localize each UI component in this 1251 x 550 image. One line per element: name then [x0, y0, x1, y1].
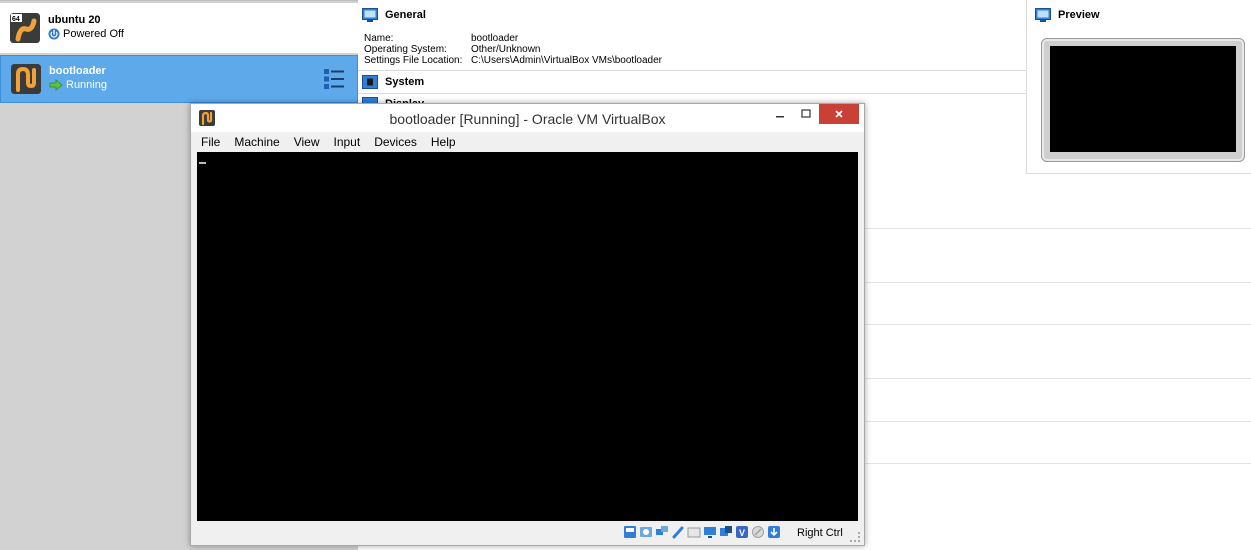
minimize-button[interactable] [767, 104, 793, 124]
vm-status-text: Running [66, 79, 107, 91]
maximize-button[interactable] [793, 104, 819, 124]
vm-details-menu-icon[interactable] [323, 68, 345, 90]
resize-grip[interactable] [850, 532, 860, 542]
menu-view[interactable]: View [294, 135, 320, 149]
recording-icon[interactable] [719, 525, 733, 539]
close-button[interactable] [819, 104, 859, 124]
section-title: General [385, 9, 426, 21]
vm-name: ubuntu 20 [48, 14, 101, 26]
vm-status: Powered Off [48, 28, 124, 40]
menu-input[interactable]: Input [334, 135, 361, 149]
text-cursor [199, 162, 206, 164]
maximize-icon [801, 109, 811, 118]
usb-icon[interactable] [671, 525, 685, 539]
vm-status-text: Powered Off [63, 28, 124, 40]
detail-row: Settings File Location: C:\Users\Admin\V… [364, 55, 662, 66]
preview-frame [1041, 38, 1245, 162]
detail-label: Name: [364, 33, 394, 44]
detail-value: bootloader [471, 33, 519, 44]
section-divider [860, 324, 1251, 325]
section-title: Preview [1058, 9, 1100, 21]
minimize-icon [776, 116, 784, 118]
vm-status: Running [49, 79, 107, 91]
optical-drive-icon[interactable] [639, 525, 653, 539]
vm-list-item-bootloader[interactable]: bootloader Running [0, 55, 358, 103]
menu-machine[interactable]: Machine [234, 135, 279, 149]
monitor-icon [1035, 8, 1051, 22]
detail-label: Settings File Location: [364, 55, 463, 66]
section-divider [860, 282, 1251, 283]
section-divider [860, 228, 1251, 229]
menu-help[interactable]: Help [431, 135, 456, 149]
running-arrow-icon [49, 79, 63, 91]
section-divider [860, 378, 1251, 379]
device-status-icons: V [623, 525, 781, 539]
preview-screen [1050, 46, 1236, 152]
section-preview-header[interactable]: Preview [1035, 8, 1100, 22]
detail-value: Other/Unknown [471, 44, 541, 55]
detail-row: Name: bootloader [364, 33, 662, 44]
section-general-header[interactable]: General [362, 8, 426, 22]
vt-x-icon[interactable]: V [735, 525, 749, 539]
power-icon [48, 28, 60, 40]
vm-list-item-ubuntu[interactable]: 64 ubuntu 20 Powered Off [0, 3, 358, 53]
display-icon[interactable] [703, 525, 717, 539]
shared-folders-icon[interactable] [687, 525, 701, 539]
svg-text:64: 64 [12, 16, 20, 23]
guest-display[interactable] [197, 152, 858, 521]
section-divider [358, 93, 1026, 94]
window-menubar: File Machine View Input Devices Help [191, 132, 864, 152]
hard-disk-icon[interactable] [623, 525, 637, 539]
vm-window[interactable]: bootloader [Running] - Oracle VM Virtual… [190, 103, 865, 546]
host-key-arrow-icon[interactable] [767, 525, 781, 539]
section-title: System [385, 76, 425, 88]
chip-icon [362, 75, 378, 89]
svg-text:V: V [739, 528, 745, 538]
detail-label: Operating System: [364, 44, 447, 55]
preview-pane: Preview [1026, 0, 1251, 174]
host-key-label: Right Ctrl [797, 527, 843, 539]
section-divider [358, 70, 1026, 71]
section-system-header[interactable]: System [362, 75, 424, 89]
window-titlebar[interactable]: bootloader [Running] - Oracle VM Virtual… [191, 104, 864, 132]
menu-devices[interactable]: Devices [374, 135, 417, 149]
window-statusbar: V Right Ctrl [191, 521, 864, 545]
ubuntu-64-icon: 64 [10, 13, 40, 43]
detail-value: C:\Users\Admin\VirtualBox VMs\bootloader [471, 55, 663, 66]
section-divider [860, 463, 1251, 464]
mouse-integration-icon[interactable] [751, 525, 765, 539]
menu-file[interactable]: File [201, 135, 220, 149]
detail-row: Operating System: Other/Unknown [364, 44, 662, 55]
monitor-icon [362, 8, 378, 22]
vm-name: bootloader [49, 65, 106, 77]
close-icon [835, 110, 843, 118]
window-title: bootloader [Running] - Oracle VM Virtual… [389, 111, 666, 127]
general-details: Name: bootloader Operating System: Other… [364, 33, 662, 66]
network-icon[interactable] [655, 525, 669, 539]
other-os-icon [11, 64, 41, 94]
section-divider [860, 421, 1251, 422]
